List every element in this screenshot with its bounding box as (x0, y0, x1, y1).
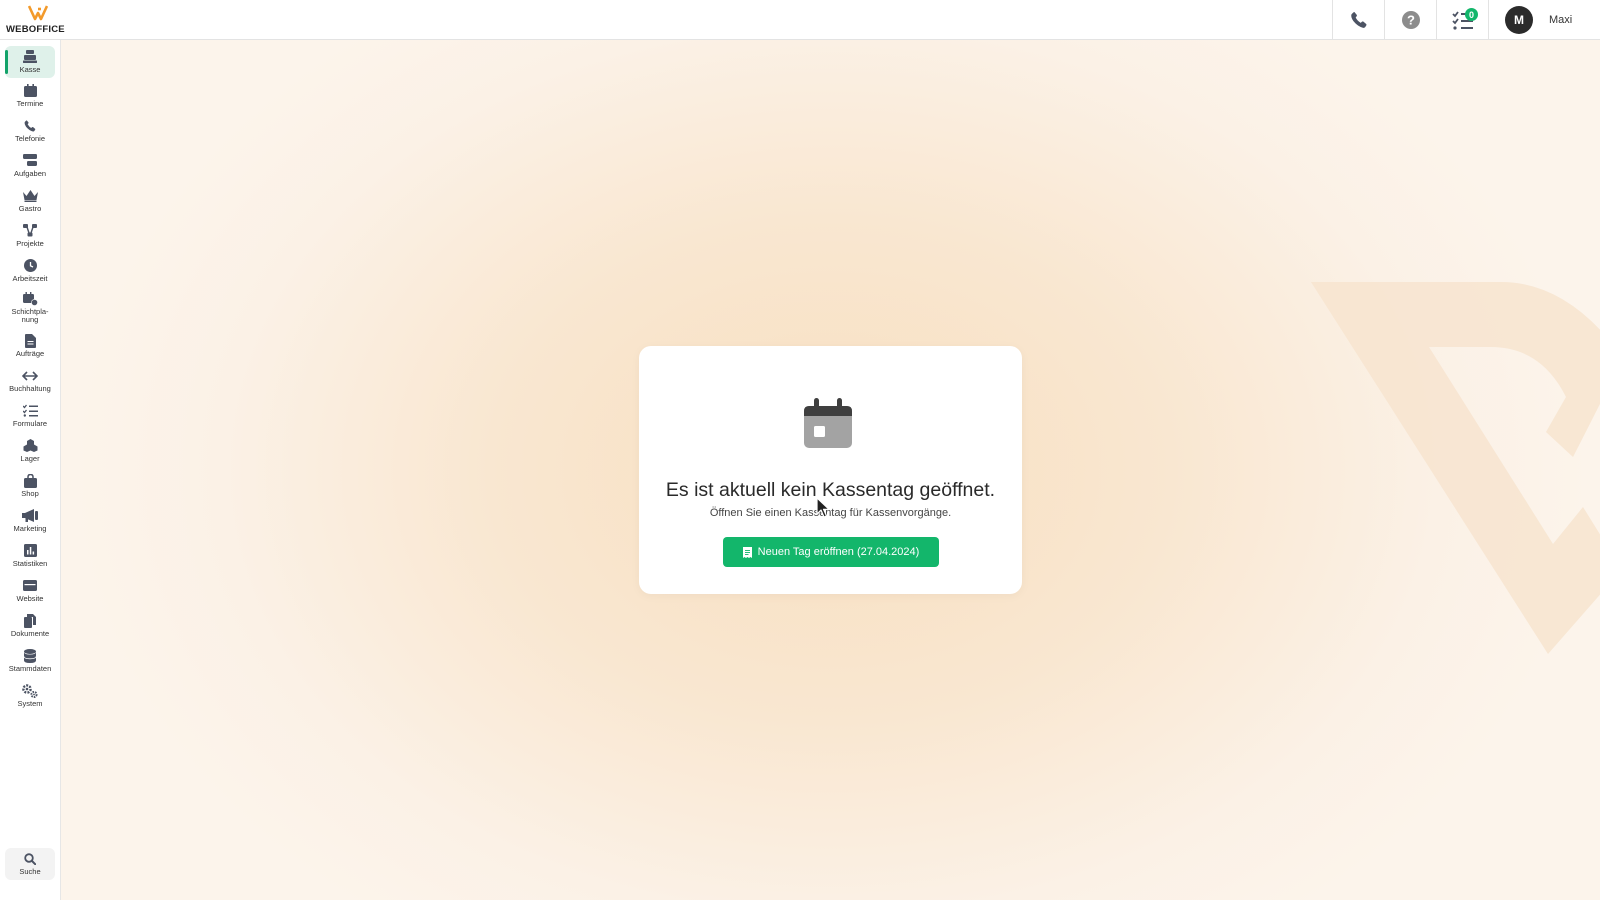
sidebar-item-label: Schichtpla- nung (11, 307, 49, 324)
search-icon (22, 851, 38, 866)
sidebar-item-label: Aufgaben (13, 169, 47, 178)
weboffice-logo[interactable]: WEBOFFICE (6, 5, 68, 35)
top-bar: WEBOFFICE ? 0 M Maxi (0, 0, 1600, 40)
gears-icon (22, 683, 38, 698)
sidebar-item-aufgaben[interactable]: Aufgaben (5, 153, 55, 178)
phone-icon (22, 118, 38, 133)
avatar: M (1505, 6, 1533, 34)
cash-register-icon (22, 49, 38, 64)
sidebar-item-label: Website (16, 594, 44, 603)
list-icon (22, 403, 38, 418)
sidebar-item-label: Statistiken (12, 559, 48, 568)
open-new-day-label: Neuen Tag eröffnen (27.04.2024) (757, 546, 920, 558)
sidebar-item-schichtplanung[interactable]: Schichtpla- nung (5, 291, 55, 324)
sidebar-item-label: Projekte (16, 239, 44, 248)
sidebar-item-termine[interactable]: Termine (5, 83, 55, 108)
clock-icon (22, 258, 38, 273)
sidebar-item-buchhaltung[interactable]: Buchhaltung (5, 368, 55, 393)
sidebar-item-dokumente[interactable]: Dokumente (5, 613, 55, 638)
sidebar-item-statistiken[interactable]: Statistiken (5, 543, 55, 568)
phone-icon (1350, 12, 1367, 28)
project-icon (22, 223, 38, 238)
shift-plan-icon (22, 291, 38, 306)
user-name: Maxi (1549, 14, 1573, 26)
sidebar-item-label: Telefonie (14, 134, 46, 143)
tasks-badge: 0 (1465, 8, 1478, 21)
megaphone-icon (22, 508, 38, 523)
sidebar-item-label: Marketing (13, 524, 47, 533)
sidebar-item-label: Aufträge (15, 349, 45, 358)
sidebar-item-label: Gastro (18, 204, 42, 213)
sidebar-item-label: Termine (16, 99, 44, 108)
sidebar-item-system[interactable]: System (5, 683, 55, 708)
sidebar-item-telefonie[interactable]: Telefonie (5, 118, 55, 143)
sidebar-item-kasse[interactable]: Kasse (5, 46, 55, 78)
open-new-day-button[interactable]: Neuen Tag eröffnen (27.04.2024) (723, 537, 939, 567)
sidebar-search-button[interactable]: Suche (5, 848, 55, 880)
sidebar-item-formulare[interactable]: Formulare (5, 403, 55, 428)
document-icon (22, 333, 38, 348)
boxes-icon (22, 438, 38, 453)
sidebar-item-website[interactable]: Website (5, 578, 55, 603)
sidebar-item-label: Stammdaten (8, 664, 52, 673)
sidebar-item-label: Formulare (12, 419, 48, 428)
logo-mark-icon (28, 5, 48, 21)
sidebar-search-label: Suche (19, 867, 41, 876)
sidebar-item-label: Arbeitszeit (12, 274, 48, 283)
calendar-icon (804, 398, 852, 448)
sidebar-item-arbeitszeit[interactable]: Arbeitszeit (5, 258, 55, 283)
sidebar-item-marketing[interactable]: Marketing (5, 508, 55, 533)
copy-icon (22, 613, 38, 628)
sidebar-item-lager[interactable]: Lager (5, 438, 55, 463)
help-button[interactable]: ? (1384, 0, 1436, 40)
sidebar-item-label: Buchhaltung (9, 384, 51, 393)
sidebar-item-label: Lager (20, 454, 40, 463)
window-icon (22, 578, 38, 593)
header-actions: ? 0 M Maxi (1332, 0, 1600, 40)
phone-button[interactable] (1332, 0, 1384, 40)
sidebar-item-auftraege[interactable]: Aufträge (5, 333, 55, 358)
database-icon (22, 648, 38, 663)
logo-text: WEBOFFICE (6, 24, 65, 35)
receipt-icon (742, 546, 752, 558)
crown-icon (22, 188, 38, 203)
sidebar-item-label: Kasse (19, 65, 41, 74)
sidebar: Kasse Termine Telefonie Aufgaben Gastro … (0, 40, 61, 900)
calendar-icon (22, 83, 38, 98)
sidebar-item-label: Dokumente (10, 629, 50, 638)
tasks-button[interactable]: 0 (1436, 0, 1488, 40)
tasks-icon (22, 153, 38, 168)
svg-text:?: ? (1407, 13, 1415, 28)
sidebar-item-label: System (17, 699, 43, 708)
user-menu[interactable]: M Maxi (1488, 0, 1600, 40)
sidebar-item-projekte[interactable]: Projekte (5, 223, 55, 248)
sidebar-item-gastro[interactable]: Gastro (5, 188, 55, 213)
mouse-cursor-icon (816, 497, 830, 518)
help-icon: ? (1401, 11, 1420, 29)
chart-icon (22, 543, 38, 558)
background-logo-watermark (1311, 282, 1600, 654)
sidebar-item-shop[interactable]: Shop (5, 473, 55, 498)
main-content: Es ist aktuell kein Kassentag geöffnet. … (61, 40, 1600, 900)
bag-icon (22, 473, 38, 488)
arrows-icon (22, 368, 38, 383)
no-cash-day-card: Es ist aktuell kein Kassentag geöffnet. … (639, 346, 1022, 594)
sidebar-item-stammdaten[interactable]: Stammdaten (5, 648, 55, 673)
sidebar-item-label: Shop (21, 489, 39, 498)
